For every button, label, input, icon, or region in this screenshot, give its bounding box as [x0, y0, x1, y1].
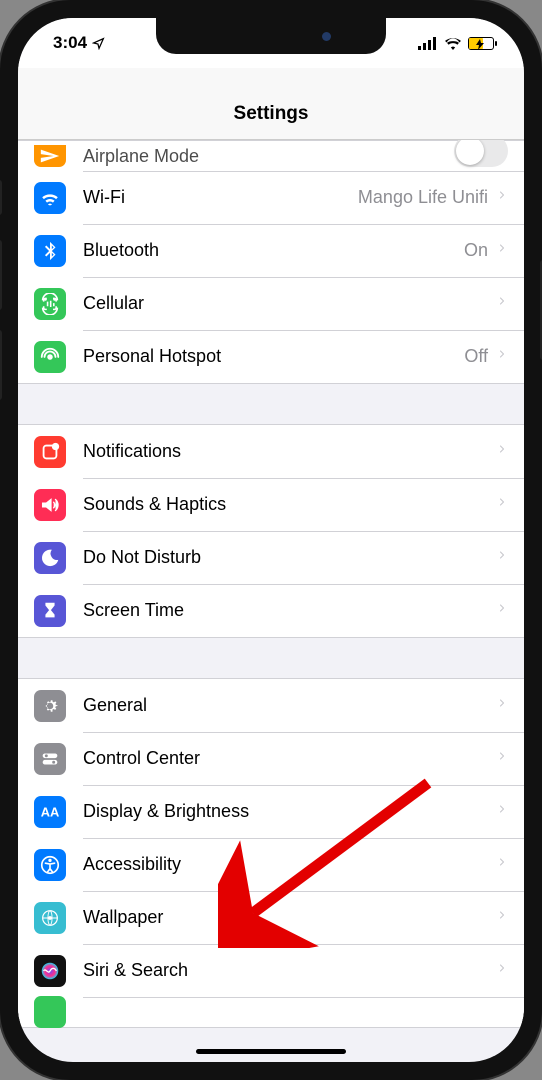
- row-label: Do Not Disturb: [83, 547, 496, 568]
- toggle-airplane[interactable]: [454, 140, 508, 167]
- navbar: Settings: [18, 68, 524, 140]
- settings-row-wallpaper[interactable]: Wallpaper: [18, 891, 524, 944]
- row-label: Cellular: [83, 293, 496, 314]
- moon-icon: [34, 542, 66, 574]
- settings-row-accessibility[interactable]: Accessibility: [18, 838, 524, 891]
- settings-row-controlcenter[interactable]: Control Center: [18, 732, 524, 785]
- chevron-right-icon: [496, 599, 508, 622]
- row-label: Accessibility: [83, 854, 496, 875]
- blank-icon: [34, 996, 66, 1028]
- settings-row-siri[interactable]: Siri & Search: [18, 944, 524, 997]
- row-label: Control Center: [83, 748, 496, 769]
- row-label: Airplane Mode: [83, 146, 454, 167]
- battery-icon: [468, 37, 494, 50]
- hotspot-icon: [34, 341, 66, 373]
- accessibility-icon: [34, 849, 66, 881]
- hourglass-icon: [34, 595, 66, 627]
- wallpaper-icon: [34, 902, 66, 934]
- settings-row-bluetooth[interactable]: BluetoothOn: [18, 224, 524, 277]
- settings-row-wifi[interactable]: Wi-FiMango Life Unifi: [18, 171, 524, 224]
- settings-row-cellular[interactable]: Cellular: [18, 277, 524, 330]
- sounds-icon: [34, 489, 66, 521]
- chevron-right-icon: [496, 292, 508, 315]
- gear-icon: [34, 690, 66, 722]
- chevron-right-icon: [496, 959, 508, 982]
- page-title: Settings: [18, 103, 524, 125]
- row-label: Personal Hotspot: [83, 346, 464, 367]
- wifi-status-icon: [444, 37, 462, 50]
- settings-row-next[interactable]: [18, 997, 524, 1027]
- settings-row-notifications[interactable]: Notifications: [18, 425, 524, 478]
- chevron-right-icon: [496, 694, 508, 717]
- chevron-right-icon: [496, 747, 508, 770]
- airplane-icon: [34, 145, 66, 167]
- settings-row-display[interactable]: Display & Brightness: [18, 785, 524, 838]
- row-label: Bluetooth: [83, 240, 464, 261]
- cellular-signal-icon: [418, 37, 438, 50]
- wifi-icon: [34, 182, 66, 214]
- settings-list[interactable]: Airplane ModeWi-FiMango Life UnifiBlueto…: [18, 140, 524, 1056]
- settings-row-general[interactable]: General: [18, 679, 524, 732]
- settings-row-hotspot[interactable]: Personal HotspotOff: [18, 330, 524, 383]
- chevron-right-icon: [496, 906, 508, 929]
- row-label: General: [83, 695, 496, 716]
- row-label: Wallpaper: [83, 907, 496, 928]
- cellular-icon: [34, 288, 66, 320]
- chevron-right-icon: [496, 440, 508, 463]
- row-value: On: [464, 240, 488, 261]
- display-icon: [34, 796, 66, 828]
- row-value: Off: [464, 346, 488, 367]
- bluetooth-icon: [34, 235, 66, 267]
- row-label: Notifications: [83, 441, 496, 462]
- row-label: Sounds & Haptics: [83, 494, 496, 515]
- siri-icon: [34, 955, 66, 987]
- row-label: Siri & Search: [83, 960, 496, 981]
- notifications-icon: [34, 436, 66, 468]
- status-time: 3:04: [53, 33, 87, 53]
- switches-icon: [34, 743, 66, 775]
- row-label: Wi-Fi: [83, 187, 358, 208]
- chevron-right-icon: [496, 186, 508, 209]
- row-label: Screen Time: [83, 600, 496, 621]
- chevron-right-icon: [496, 853, 508, 876]
- row-label: Display & Brightness: [83, 801, 496, 822]
- home-indicator[interactable]: [196, 1049, 346, 1054]
- chevron-right-icon: [496, 493, 508, 516]
- chevron-right-icon: [496, 800, 508, 823]
- chevron-right-icon: [496, 546, 508, 569]
- chevron-right-icon: [496, 239, 508, 262]
- settings-row-dnd[interactable]: Do Not Disturb: [18, 531, 524, 584]
- location-icon: [92, 37, 105, 50]
- chevron-right-icon: [496, 345, 508, 368]
- settings-row-screentime[interactable]: Screen Time: [18, 584, 524, 637]
- settings-row-airplane[interactable]: Airplane Mode: [18, 141, 524, 171]
- settings-row-sounds[interactable]: Sounds & Haptics: [18, 478, 524, 531]
- row-value: Mango Life Unifi: [358, 187, 488, 208]
